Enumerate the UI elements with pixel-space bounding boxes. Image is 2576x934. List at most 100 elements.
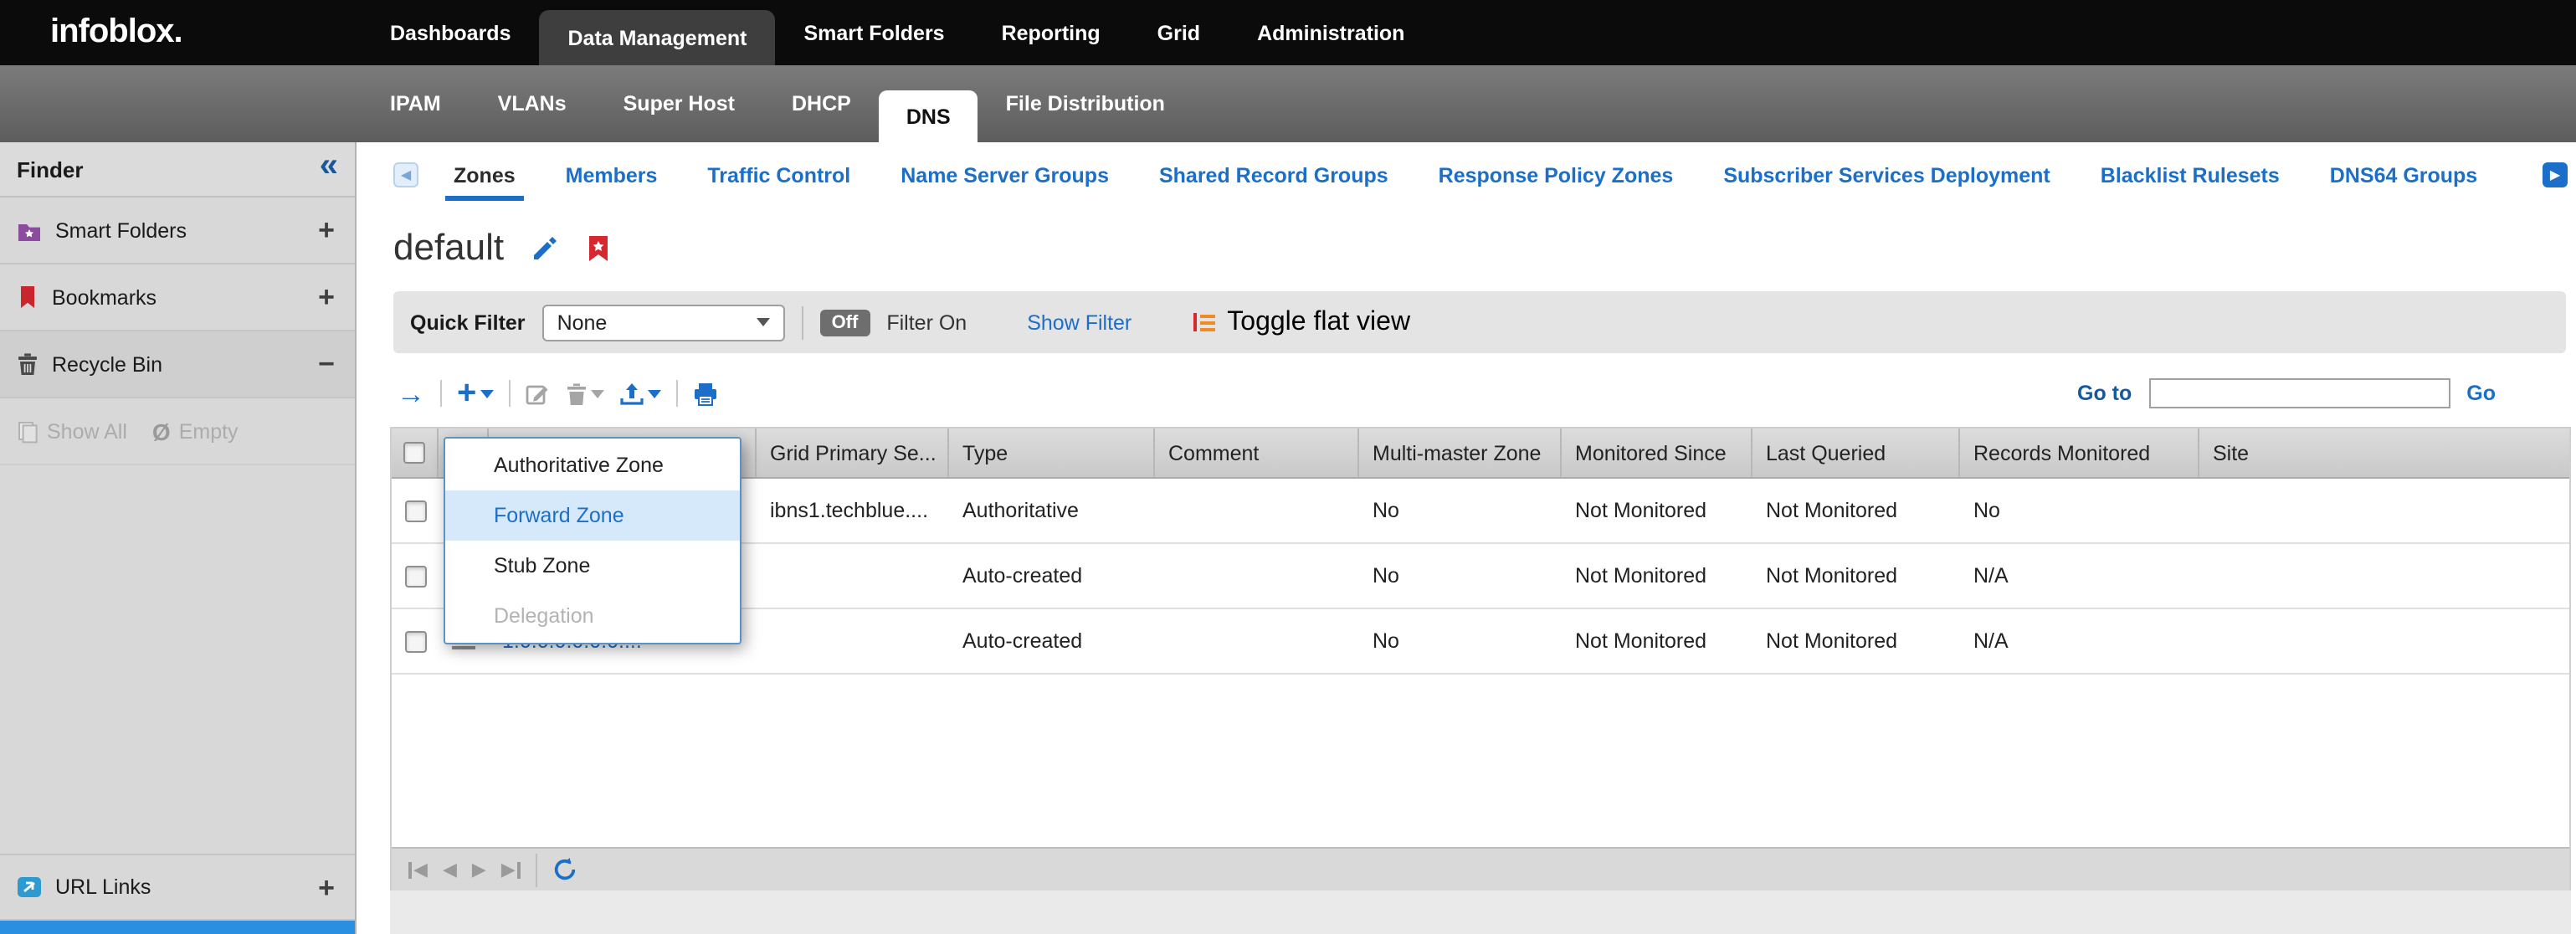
bookmark-icon [17,285,38,310]
cell-last-queried: Not Monitored [1752,564,1960,588]
content-footer-strip [390,890,2571,934]
menu-item-forward-zone[interactable]: Forward Zone [445,490,740,541]
header-last-queried[interactable]: Last Queried [1752,429,1960,477]
print-button[interactable] [692,381,717,406]
topnav-smart-folders[interactable]: Smart Folders [775,0,972,65]
pagination-next-button[interactable]: ▶ [472,859,486,880]
pagination-last-button[interactable]: ▶ [501,859,521,880]
refresh-button[interactable] [552,857,577,882]
add-smart-folder-button[interactable]: + [318,216,335,244]
table-empty-area [392,675,2569,847]
header-records-monitored[interactable]: Records Monitored [1960,429,2199,477]
topnav-dashboards[interactable]: Dashboards [390,0,540,65]
cell-monitored-since: Not Monitored [1562,629,1752,653]
row-checkbox[interactable] [404,565,426,587]
logo-wrap: infoblox. [0,0,390,65]
add-url-link-button[interactable]: + [318,873,335,901]
filter-off-toggle[interactable]: Off [820,309,870,336]
tab-traffic-control[interactable]: Traffic Control [682,142,875,208]
tab-name-server-groups[interactable]: Name Server Groups [875,142,1134,208]
subnav-ipam[interactable]: IPAM [390,65,470,142]
topnav-grid[interactable]: Grid [1129,0,1229,65]
sidebar-item-bookmarks[interactable]: Bookmarks + [0,264,355,331]
add-bookmark-button[interactable]: + [318,283,335,311]
go-to-selected-button[interactable]: → [397,379,425,408]
select-all-checkbox[interactable] [403,442,425,464]
tab-response-policy-zones[interactable]: Response Policy Zones [1414,142,1699,208]
empty-recycle-bin-button[interactable]: Empty [179,419,239,443]
tab-dns64-groups[interactable]: DNS64 Groups [2305,142,2502,208]
cell-type: Authoritative [949,499,1155,522]
flat-view-icon [1192,311,1217,333]
url-links-icon [17,875,42,899]
tab-members[interactable]: Members [541,142,683,208]
tab-zones[interactable]: Zones [428,142,541,208]
cell-last-queried: Not Monitored [1752,499,1960,522]
triangle-left-icon: ◀ [443,859,457,880]
tabs-scroll-right-button[interactable]: ▶ [2543,162,2568,187]
cell-multi-master: No [1359,564,1562,588]
show-all-button[interactable]: Show All [47,419,127,443]
subnav-dhcp[interactable]: DHCP [763,65,880,142]
menu-item-stub-zone[interactable]: Stub Zone [445,541,740,591]
filter-on-label: Filter On [886,310,967,334]
go-button[interactable]: Go [2466,382,2496,405]
triangle-left-icon: ◀ [401,167,411,182]
sidebar-item-smart-folders[interactable]: Smart Folders + [0,198,355,264]
pagination-first-button[interactable]: ◀ [408,859,428,880]
goto-input[interactable] [2148,378,2450,408]
topnav-data-management[interactable]: Data Management [540,10,776,65]
menu-item-authoritative-zone[interactable]: Authoritative Zone [445,440,740,490]
cell-records-monitored: N/A [1960,629,2199,653]
menu-item-delegation: Delegation [445,591,740,641]
refresh-icon [552,857,577,882]
add-zone-button[interactable]: + [457,377,493,410]
sidebar-item-label: Bookmarks [52,285,157,309]
import-export-button[interactable] [618,381,660,406]
row-checkbox[interactable] [404,500,426,521]
toggle-flat-view-link[interactable]: Toggle flat view [1192,307,1410,337]
pagination-previous-button[interactable]: ◀ [443,859,457,880]
triangle-right-icon: ▶ [2550,167,2560,182]
cell-records-monitored: No [1960,499,2199,522]
topnav-reporting[interactable]: Reporting [973,0,1129,65]
triangle-left-icon: ◀ [413,859,428,880]
header-multi-master[interactable]: Multi-master Zone [1359,429,1562,477]
edit-icon [525,381,550,406]
header-type[interactable]: Type [949,429,1155,477]
collapse-sidebar-icon[interactable]: « [320,149,338,182]
triangle-right-icon: ▶ [472,859,486,880]
topnav-administration[interactable]: Administration [1229,0,1433,65]
header-select-all [392,429,439,477]
header-monitored-since[interactable]: Monitored Since [1562,429,1752,477]
tab-blacklist-rulesets[interactable]: Blacklist Rulesets [2076,142,2305,208]
header-site[interactable]: Site [2199,429,2569,477]
triangle-right-icon: ▶ [501,859,516,880]
add-zone-dropdown-menu: Authoritative Zone Forward Zone Stub Zon… [444,437,741,644]
subnav-file-distribution[interactable]: File Distribution [978,65,1193,142]
export-icon [618,381,644,406]
header-grid-primary[interactable]: Grid Primary Se... [757,429,949,477]
sidebar-item-recycle-bin[interactable]: Recycle Bin − [0,331,355,398]
finder-title: Finder [17,157,83,182]
quick-filter-bar: Quick Filter None Off Filter On Show Fil… [393,291,2566,353]
tab-shared-record-groups[interactable]: Shared Record Groups [1134,142,1414,208]
show-filter-link[interactable]: Show Filter [1027,310,1131,334]
divider [508,380,510,407]
subnav-dns[interactable]: DNS [880,90,978,142]
tab-subscriber-services-deployment[interactable]: Subscriber Services Deployment [1698,142,2075,208]
bookmark-flag-icon[interactable] [586,234,611,262]
edit-button[interactable] [525,381,550,406]
sidebar-resize-bar[interactable] [0,921,355,934]
tabs-scroll-left-button[interactable]: ◀ [393,162,418,187]
subnav-super-host[interactable]: Super Host [595,65,763,142]
header-comment[interactable]: Comment [1155,429,1359,477]
add-dropdown-caret-icon [480,389,493,398]
subnav-vlans[interactable]: VLANs [470,65,595,142]
edit-view-icon[interactable] [531,234,559,262]
delete-button[interactable] [565,381,603,406]
row-checkbox[interactable] [404,630,426,652]
sidebar-item-url-links[interactable]: URL Links + [0,854,355,921]
collapse-recycle-bin-button[interactable]: − [318,350,335,378]
quick-filter-select[interactable]: None [542,304,785,341]
